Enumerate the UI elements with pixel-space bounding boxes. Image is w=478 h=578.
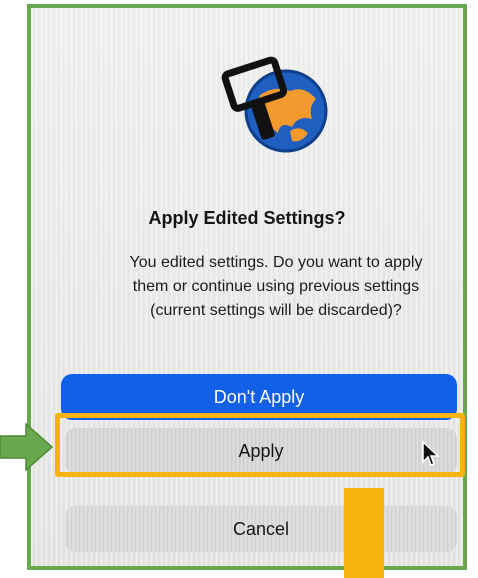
mouse-pointer-icon — [422, 440, 440, 466]
cancel-button[interactable]: Cancel — [65, 506, 457, 552]
orange-marker-arrow-icon — [344, 488, 384, 578]
app-icon — [221, 56, 328, 153]
dialog-message: You edited settings. Do you want to appl… — [129, 254, 423, 319]
pointer-arrow-icon — [0, 422, 54, 472]
apply-button[interactable]: Apply — [65, 428, 457, 474]
dialog-window: Apply Edited Settings? You edited settin… — [27, 4, 467, 570]
dont-apply-button[interactable]: Don't Apply — [61, 374, 457, 420]
dialog-title: Apply Edited Settings? — [148, 208, 346, 228]
